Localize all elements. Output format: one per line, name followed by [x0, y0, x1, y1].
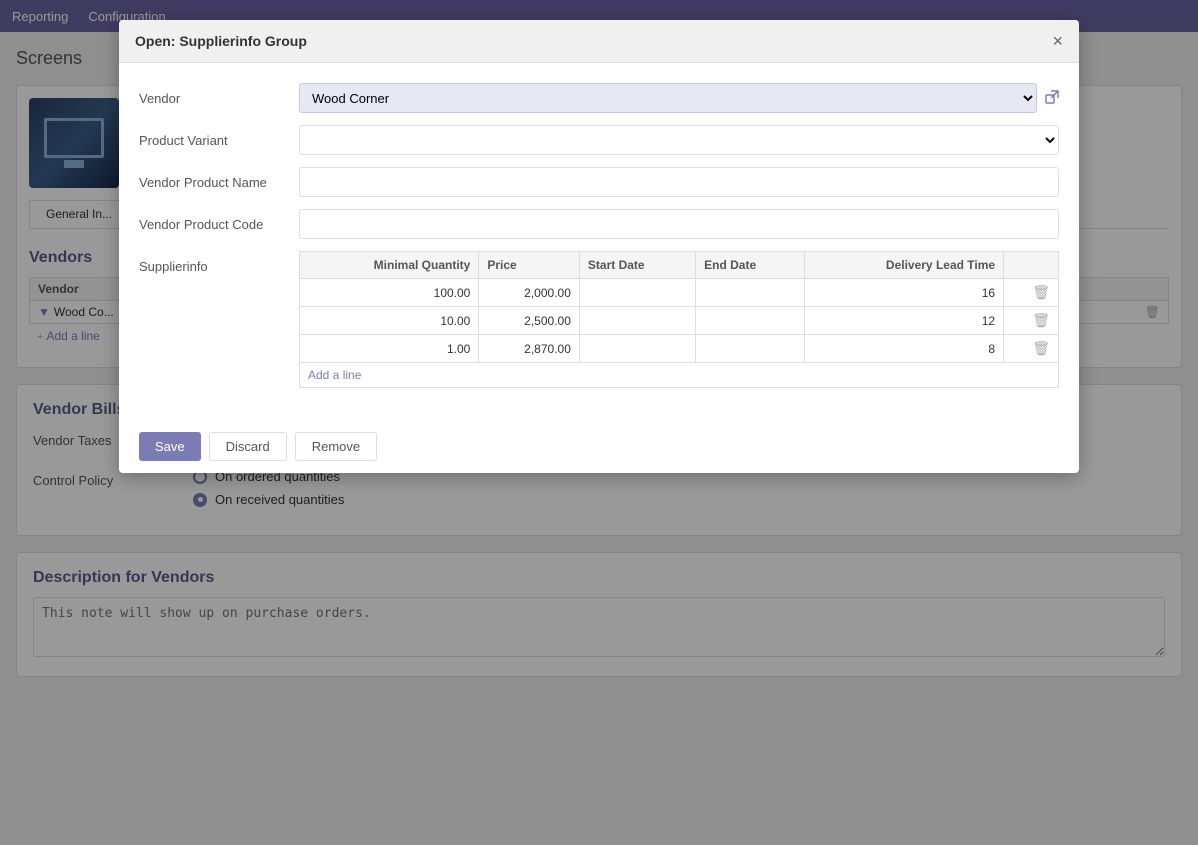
modal-vendor-product-name-value: [299, 167, 1059, 197]
modal-product-variant-row: Product Variant: [139, 125, 1059, 155]
row1-end-date: [696, 279, 805, 307]
row2-delivery-lead: 12: [805, 307, 1004, 335]
th-price: Price: [479, 252, 580, 279]
modal-header: Open: Supplierinfo Group ×: [119, 20, 1079, 63]
table-row: 100.00 2,000.00 16 🗑: [300, 279, 1059, 307]
th-start-date: Start Date: [579, 252, 695, 279]
modal-vendor-row: Vendor Wood Corner: [139, 83, 1059, 113]
modal-product-variant-value: [299, 125, 1059, 155]
remove-button[interactable]: Remove: [295, 432, 377, 461]
th-actions: [1004, 252, 1059, 279]
add-line-row: Add a line: [300, 363, 1059, 388]
modal-body: Vendor Wood Corner Produc: [119, 63, 1079, 420]
row2-price: 2,500.00: [479, 307, 580, 335]
save-button[interactable]: Save: [139, 432, 201, 461]
row3-end-date: [696, 335, 805, 363]
modal-supplierinfo-table: Minimal Quantity Price Start Date End Da…: [299, 251, 1059, 388]
row1-start-date: [579, 279, 695, 307]
modal-vendor-value: Wood Corner: [299, 83, 1059, 113]
th-delivery-lead: Delivery Lead Time: [805, 252, 1004, 279]
row2-min-qty: 10.00: [300, 307, 479, 335]
modal-supplierinfo-label: Supplierinfo: [139, 251, 299, 274]
row1-delete-icon[interactable]: 🗑: [1032, 284, 1050, 300]
modal-vendor-product-name-input[interactable]: [299, 167, 1059, 197]
row2-start-date: [579, 307, 695, 335]
row2-end-date: [696, 307, 805, 335]
modal-product-variant-select[interactable]: [299, 125, 1059, 155]
modal-vendor-product-code-value: [299, 209, 1059, 239]
row2-delete[interactable]: 🗑: [1004, 307, 1059, 335]
th-end-date: End Date: [696, 252, 805, 279]
modal-product-variant-label: Product Variant: [139, 133, 299, 148]
modal-footer: Save Discard Remove: [119, 420, 1079, 473]
modal-supplierinfo-row: Supplierinfo Minimal Quantity Price Star…: [139, 251, 1059, 388]
supplierinfo-data-table: Minimal Quantity Price Start Date End Da…: [299, 251, 1059, 388]
modal-overlay: Open: Supplierinfo Group × Vendor Wood C…: [0, 0, 1198, 845]
supplierinfo-modal: Open: Supplierinfo Group × Vendor Wood C…: [119, 20, 1079, 473]
modal-vendor-select[interactable]: Wood Corner: [299, 83, 1037, 113]
row3-price: 2,870.00: [479, 335, 580, 363]
modal-vendor-product-name-row: Vendor Product Name: [139, 167, 1059, 197]
row1-delivery-lead: 16: [805, 279, 1004, 307]
modal-vendor-product-code-input[interactable]: [299, 209, 1059, 239]
modal-title: Open: Supplierinfo Group: [135, 33, 307, 49]
row3-delete[interactable]: 🗑: [1004, 335, 1059, 363]
modal-vendor-label: Vendor: [139, 91, 299, 106]
row3-delivery-lead: 8: [805, 335, 1004, 363]
th-min-qty: Minimal Quantity: [300, 252, 479, 279]
vendor-external-link[interactable]: [1045, 90, 1059, 107]
row3-start-date: [579, 335, 695, 363]
table-row: 1.00 2,870.00 8 🗑: [300, 335, 1059, 363]
row3-min-qty: 1.00: [300, 335, 479, 363]
modal-vendor-product-code-row: Vendor Product Code: [139, 209, 1059, 239]
discard-button[interactable]: Discard: [209, 432, 287, 461]
row1-delete[interactable]: 🗑: [1004, 279, 1059, 307]
modal-close-button[interactable]: ×: [1052, 32, 1063, 50]
add-line-cell: Add a line: [300, 363, 1059, 388]
table-row: 10.00 2,500.00 12 🗑: [300, 307, 1059, 335]
modal-vendor-product-code-label: Vendor Product Code: [139, 217, 299, 232]
row2-delete-icon[interactable]: 🗑: [1032, 312, 1050, 328]
row1-min-qty: 100.00: [300, 279, 479, 307]
row1-price: 2,000.00: [479, 279, 580, 307]
add-line-button[interactable]: Add a line: [308, 368, 361, 382]
row3-delete-icon[interactable]: 🗑: [1032, 340, 1050, 356]
modal-vendor-product-name-label: Vendor Product Name: [139, 175, 299, 190]
